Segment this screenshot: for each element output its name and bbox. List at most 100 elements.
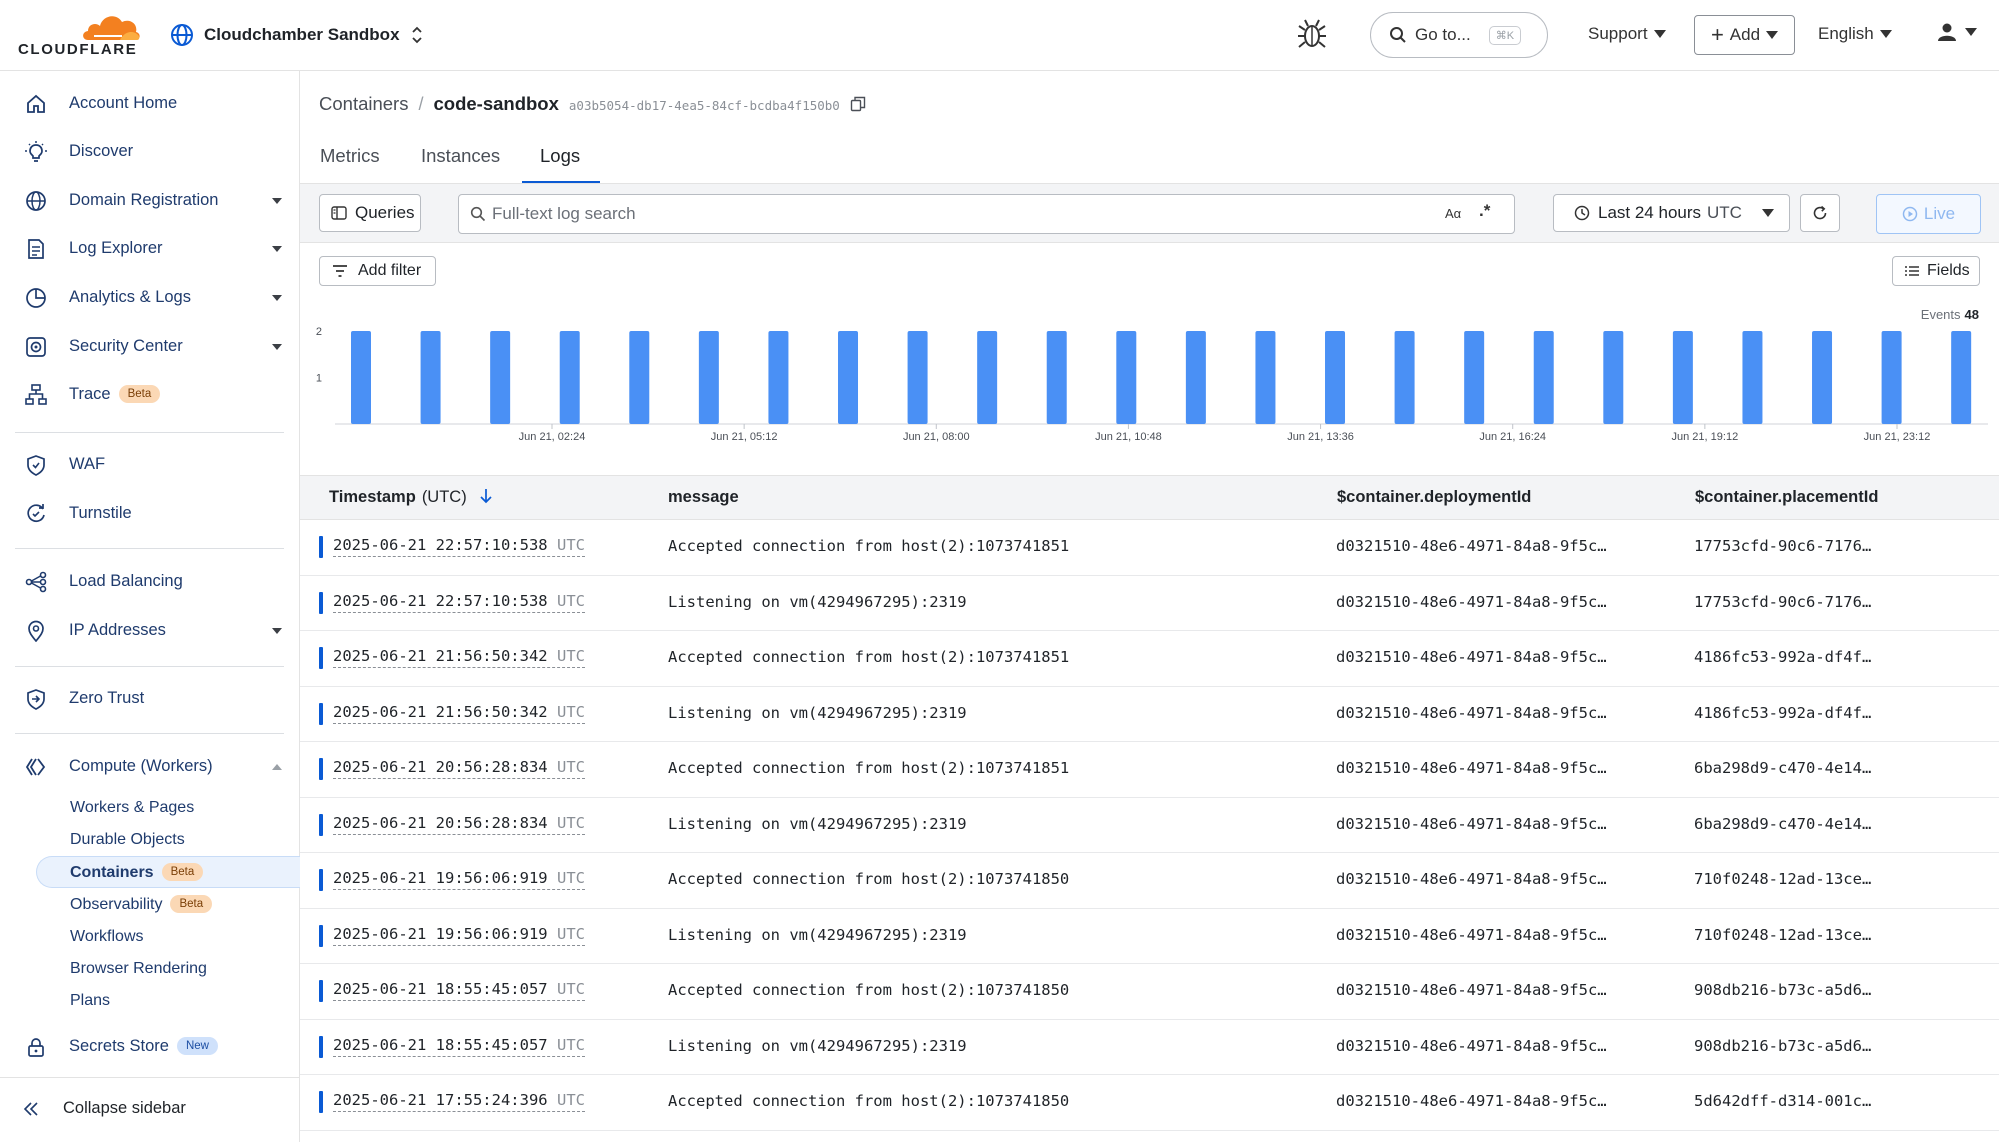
table-row[interactable]: 2025-06-21 22:57:10:538 UTC Accepted conn… bbox=[300, 520, 1999, 576]
language-menu[interactable]: English bbox=[1818, 24, 1892, 44]
log-search-input[interactable] bbox=[492, 203, 1392, 225]
sidebar-item-analytics-logs[interactable]: Analytics & Logs bbox=[0, 278, 299, 318]
sidebar-item-ip-addresses[interactable]: IP Addresses bbox=[0, 611, 299, 651]
sidebar-item-account-home[interactable]: Account Home bbox=[0, 84, 299, 124]
histogram-bar[interactable] bbox=[1394, 331, 1415, 424]
time-range-picker[interactable]: Last 24 hours UTC bbox=[1553, 194, 1790, 232]
table-row[interactable]: 2025-06-21 19:56:06:919 UTC Accepted conn… bbox=[300, 853, 1999, 909]
timestamp-cell[interactable]: 2025-06-21 19:56:06:919 UTC bbox=[333, 869, 585, 890]
histogram-bar[interactable] bbox=[1116, 331, 1137, 424]
histogram-bar[interactable] bbox=[1464, 331, 1485, 424]
histogram-bar[interactable] bbox=[1951, 331, 1972, 424]
secrets-store-label: Secrets Store bbox=[69, 1037, 169, 1055]
table-row[interactable]: 2025-06-21 18:55:45:057 UTC Accepted conn… bbox=[300, 964, 1999, 1020]
histogram-bar[interactable] bbox=[559, 331, 580, 424]
x-tick-label: Jun 21, 19:12 bbox=[1672, 431, 1739, 443]
log-level-indicator bbox=[319, 1091, 323, 1113]
timestamp-cell[interactable]: 2025-06-21 21:56:50:342 UTC bbox=[333, 703, 585, 724]
table-row[interactable]: 2025-06-21 20:56:28:834 UTC Listening on … bbox=[300, 798, 1999, 853]
column-header-timestamp[interactable]: Timestamp (UTC) bbox=[329, 488, 493, 507]
column-header-message[interactable]: message bbox=[668, 488, 739, 507]
account-switcher[interactable]: Cloudchamber Sandbox bbox=[170, 20, 424, 50]
sidebar-item-security-center[interactable]: Security Center bbox=[0, 327, 299, 367]
table-row[interactable]: 2025-06-21 20:56:28:834 UTC Accepted conn… bbox=[300, 742, 1999, 798]
sidebar-subitem-observability[interactable]: Observability Beta bbox=[70, 895, 213, 914]
sidebar-subitem-browser-rendering[interactable]: Browser Rendering bbox=[70, 960, 207, 978]
copy-icon[interactable] bbox=[850, 96, 866, 112]
table-row[interactable]: 2025-06-21 19:56:06:919 UTC Listening on … bbox=[300, 909, 1999, 964]
table-row[interactable]: 2025-06-21 22:57:10:538 UTC Listening on … bbox=[300, 576, 1999, 631]
tab-metrics[interactable]: Metrics bbox=[320, 145, 380, 167]
queries-button[interactable]: Queries bbox=[319, 194, 421, 232]
histogram-bar[interactable] bbox=[490, 331, 511, 424]
refresh-button[interactable] bbox=[1800, 194, 1840, 232]
timestamp-cell[interactable]: 2025-06-21 22:57:10:538 UTC bbox=[333, 592, 585, 613]
timestamp-cell[interactable]: 2025-06-21 20:56:28:834 UTC bbox=[333, 814, 585, 835]
log-search-field[interactable]: Aα .* bbox=[458, 194, 1515, 234]
tab-logs[interactable]: Logs bbox=[540, 145, 580, 167]
bug-report-icon[interactable] bbox=[1296, 17, 1328, 56]
tab-instances[interactable]: Instances bbox=[421, 145, 500, 167]
timestamp-cell[interactable]: 2025-06-21 19:56:06:919 UTC bbox=[333, 925, 585, 946]
timestamp-cell[interactable]: 2025-06-21 22:57:10:538 UTC bbox=[333, 536, 585, 557]
histogram-bar[interactable] bbox=[1812, 331, 1833, 424]
user-menu[interactable] bbox=[1937, 22, 1977, 42]
sidebar-item-waf[interactable]: WAF bbox=[0, 445, 299, 485]
sidebar-subitem-workers-pages[interactable]: Workers & Pages bbox=[70, 799, 194, 817]
table-row[interactable]: 2025-06-21 17:55:24:396 UTC Accepted conn… bbox=[300, 1075, 1999, 1131]
sidebar-item-trace[interactable]: Trace Beta bbox=[0, 375, 299, 415]
timestamp-cell[interactable]: 2025-06-21 18:55:45:057 UTC bbox=[333, 980, 585, 1001]
histogram-bar[interactable] bbox=[1742, 331, 1763, 424]
histogram-bar[interactable] bbox=[351, 331, 371, 424]
timestamp-cell[interactable]: 2025-06-21 18:55:45:057 UTC bbox=[333, 1036, 585, 1057]
histogram-bar[interactable] bbox=[1325, 331, 1346, 424]
filter-icon bbox=[333, 265, 347, 277]
column-header-placement-id[interactable]: $container.placementId bbox=[1695, 488, 1878, 507]
histogram-bar[interactable] bbox=[1255, 331, 1276, 424]
histogram-bar[interactable] bbox=[420, 331, 441, 424]
sidebar-subitem-plans[interactable]: Plans bbox=[70, 992, 110, 1010]
sidebar-item-compute-workers[interactable]: Compute (Workers) bbox=[0, 747, 299, 787]
support-menu[interactable]: Support bbox=[1588, 24, 1666, 44]
column-header-deployment-id[interactable]: $container.deploymentId bbox=[1337, 488, 1531, 507]
match-case-toggle[interactable]: Aα bbox=[1445, 206, 1461, 221]
sidebar-subitem-durable-objects[interactable]: Durable Objects bbox=[70, 831, 185, 849]
sidebar-item-load-balancing[interactable]: Load Balancing bbox=[0, 562, 299, 602]
sidebar-subitem-workflows[interactable]: Workflows bbox=[70, 928, 144, 946]
histogram-bar[interactable] bbox=[977, 331, 998, 424]
add-filter-button[interactable]: Add filter bbox=[319, 256, 436, 286]
sort-descending-icon[interactable] bbox=[479, 488, 493, 504]
collapse-sidebar-button[interactable]: Collapse sidebar bbox=[0, 1077, 299, 1142]
histogram-bar[interactable] bbox=[838, 331, 859, 424]
sidebar-item-zero-trust[interactable]: Zero Trust bbox=[0, 679, 299, 719]
histogram-bar[interactable] bbox=[1881, 331, 1902, 424]
histogram-bar[interactable] bbox=[698, 331, 719, 424]
timestamp-cell[interactable]: 2025-06-21 20:56:28:834 UTC bbox=[333, 758, 585, 779]
add-button[interactable]: + Add bbox=[1694, 15, 1795, 55]
histogram-bar[interactable] bbox=[1603, 331, 1624, 424]
timestamp-cell[interactable]: 2025-06-21 21:56:50:342 UTC bbox=[333, 647, 585, 668]
cloudflare-logo[interactable]: CLOUDFLARE bbox=[18, 10, 144, 58]
histogram-bar[interactable] bbox=[1046, 331, 1067, 424]
sidebar-item-discover[interactable]: Discover bbox=[0, 132, 299, 172]
sidebar-item-log-explorer[interactable]: Log Explorer bbox=[0, 229, 299, 269]
breadcrumb-containers-link[interactable]: Containers bbox=[319, 93, 408, 115]
table-row[interactable]: 2025-06-21 21:56:50:342 UTC Accepted conn… bbox=[300, 631, 1999, 687]
histogram-bar[interactable] bbox=[907, 331, 928, 424]
histogram-bar[interactable] bbox=[768, 331, 789, 424]
table-row[interactable]: 2025-06-21 21:56:50:342 UTC Listening on … bbox=[300, 687, 1999, 742]
sidebar-item-turnstile[interactable]: Turnstile bbox=[0, 494, 299, 534]
histogram-bar[interactable] bbox=[1185, 331, 1206, 424]
sidebar-item-secrets-store[interactable]: Secrets Store New bbox=[0, 1027, 299, 1067]
histogram-bar[interactable] bbox=[1672, 331, 1693, 424]
sidebar-item-domain-registration[interactable]: Domain Registration bbox=[0, 181, 299, 221]
goto-search-button[interactable]: Go to... ⌘K bbox=[1370, 12, 1548, 58]
regex-toggle[interactable]: .* bbox=[1479, 201, 1490, 221]
live-button[interactable]: Live bbox=[1876, 194, 1981, 234]
timestamp-cell[interactable]: 2025-06-21 17:55:24:396 UTC bbox=[333, 1091, 585, 1112]
histogram-bar[interactable] bbox=[629, 331, 650, 424]
table-row[interactable]: 2025-06-21 18:55:45:057 UTC Listening on … bbox=[300, 1020, 1999, 1075]
histogram-bar[interactable] bbox=[1533, 331, 1554, 424]
fields-button[interactable]: Fields bbox=[1892, 256, 1980, 286]
timestamp-value: 2025-06-21 18:55:45:057 bbox=[333, 1035, 548, 1054]
